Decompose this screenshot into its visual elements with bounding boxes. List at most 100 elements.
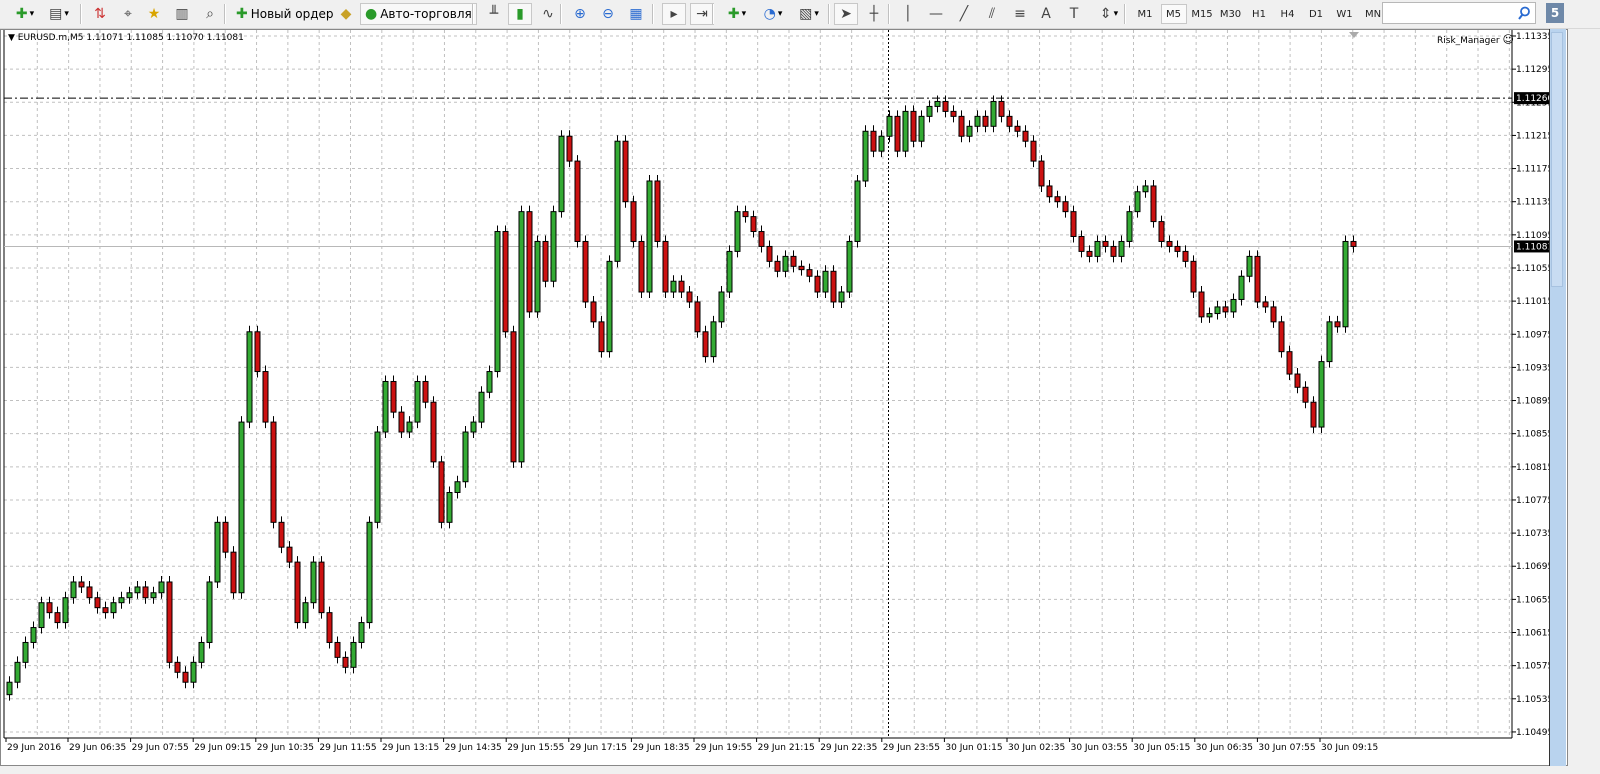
dropdown-arrow-icon[interactable]: ▾ [778, 9, 783, 19]
timeframe-m30[interactable]: M30 [1218, 4, 1244, 24]
timeframe-m1[interactable]: M1 [1132, 4, 1158, 24]
tile-windows-button[interactable]: ▦ [624, 3, 648, 25]
chart-shift-button[interactable]: ▸ [662, 3, 686, 25]
x-tick-label: 29 Jun 14:35 [445, 743, 502, 753]
candle-body [1262, 301, 1269, 308]
x-tick-label: 29 Jun 07:55 [132, 743, 189, 753]
search-input[interactable] [1382, 2, 1536, 24]
terminal-button[interactable]: ▥ [170, 3, 194, 25]
scrollbar-thumb[interactable] [1551, 32, 1563, 287]
candle [526, 205, 533, 318]
candle-body [70, 581, 77, 599]
candle [30, 621, 37, 649]
candle-body [166, 581, 173, 663]
dropdown-arrow-icon[interactable]: ▾ [64, 9, 69, 19]
zoom-out-button[interactable]: ⊖ [596, 3, 620, 25]
new-chart-button[interactable]: ✚ ▾ [8, 3, 42, 25]
profiles-button[interactable]: ▤ ▾ [42, 3, 76, 25]
candle [870, 125, 877, 158]
candle-body [566, 135, 573, 162]
periods-button[interactable]: ◔ ▾ [756, 3, 790, 25]
zoom-in-button[interactable]: ⊕ [568, 3, 592, 25]
candle [534, 235, 541, 318]
timeframe-h1[interactable]: H1 [1246, 4, 1272, 24]
candle [1238, 270, 1245, 306]
candle-body [558, 135, 565, 213]
candle-body [326, 612, 333, 643]
timeframe-d1[interactable]: D1 [1303, 4, 1329, 24]
candle [902, 105, 909, 158]
timeframe-w1[interactable]: W1 [1332, 4, 1358, 24]
timeframe-m15[interactable]: M15 [1189, 4, 1215, 24]
candle-body [190, 661, 197, 683]
search-icon[interactable] [1517, 6, 1531, 20]
dropdown-arrow-icon[interactable]: ▾ [30, 9, 35, 19]
notification-badge[interactable]: 5 [1546, 3, 1564, 23]
indicators-button[interactable]: ✚ ▾ [720, 3, 754, 25]
metaeditor-button[interactable]: ◆ [334, 3, 358, 25]
candle-body [1006, 115, 1013, 127]
data-window-button[interactable]: ⌖ [116, 3, 140, 25]
candle-body [902, 110, 909, 152]
candlesticks-button[interactable]: ▮ [508, 3, 532, 25]
x-tick-label: 30 Jun 06:35 [1196, 743, 1253, 753]
expert-advisor-label[interactable]: Risk_Manager ☺ [1437, 33, 1514, 46]
x-tick-label: 29 Jun 13:15 [382, 743, 439, 753]
fibonacci-button[interactable]: ≡ [1008, 3, 1032, 25]
candle-body [366, 521, 373, 624]
x-tick-label: 30 Jun 03:55 [1071, 743, 1128, 753]
y-tick-label: 1.10975 [1516, 330, 1553, 340]
auto-trading-button[interactable]: ● Авто-торговля [360, 3, 477, 25]
templates-button[interactable]: ▧ ▾ [792, 3, 826, 25]
line-chart-button[interactable]: ∿ [536, 3, 560, 25]
candle-body [1334, 321, 1341, 328]
text-label-button[interactable]: T [1062, 3, 1086, 25]
market-watch-button[interactable]: ⇅ [88, 3, 112, 25]
candle-body [278, 521, 285, 548]
candle-body [22, 641, 29, 663]
bar-chart-button[interactable]: ╨ [482, 3, 506, 25]
vertical-line-button[interactable]: │ [896, 3, 920, 25]
dropdown-arrow-icon[interactable]: ▾ [742, 9, 747, 19]
candle-body [1198, 291, 1205, 318]
dropdown-arrow-icon[interactable]: ▾ [1114, 9, 1119, 19]
text-button[interactable]: A [1034, 3, 1058, 25]
candle [174, 656, 181, 679]
dropdown-arrow-icon[interactable]: ▾ [814, 9, 819, 19]
auto-scroll-button[interactable]: ⇥ [690, 3, 714, 25]
timeframe-h4[interactable]: H4 [1275, 4, 1301, 24]
candle [406, 416, 413, 439]
candle [1310, 396, 1317, 434]
horizontal-line-button[interactable]: — [924, 3, 948, 25]
candle [350, 636, 357, 674]
candle [606, 255, 613, 358]
candle-body [1078, 235, 1085, 252]
collapse-triangle-icon[interactable]: ▼ [8, 33, 15, 43]
candlestick-chart[interactable]: 1.113351.112951.112551.112151.111751.111… [1, 30, 1567, 765]
candle [1102, 235, 1109, 253]
timeframe-m5[interactable]: M5 [1160, 4, 1187, 24]
navigator-button[interactable]: ★ [142, 3, 166, 25]
chart-window[interactable]: 1.113351.112951.112551.112151.111751.111… [0, 29, 1568, 766]
trendline-button[interactable]: ╱ [952, 3, 976, 25]
arrows-button[interactable]: ⇕ ▾ [1092, 3, 1126, 25]
cursor-button[interactable]: ➤ [834, 3, 858, 25]
equidistant-channel-button[interactable]: ⫽ [980, 3, 1004, 25]
strategy-tester-button[interactable]: ⌕ [198, 3, 222, 25]
candle [582, 235, 589, 308]
crosshair-button[interactable]: ┼ [862, 3, 886, 25]
candle [166, 575, 173, 669]
candle [1198, 286, 1205, 323]
candle-body [430, 401, 437, 463]
vertical-line-icon: │ [903, 6, 913, 22]
candle-body [1302, 386, 1309, 403]
candle-body [782, 255, 789, 272]
candle-body [182, 671, 189, 683]
candle-body [462, 431, 469, 483]
candle [646, 174, 653, 299]
candle [510, 325, 517, 468]
new-order-button[interactable]: ✚ Новый ордер [232, 3, 338, 25]
templates-icon: ▧ [799, 6, 813, 22]
candle [598, 315, 605, 358]
candle [294, 556, 301, 629]
